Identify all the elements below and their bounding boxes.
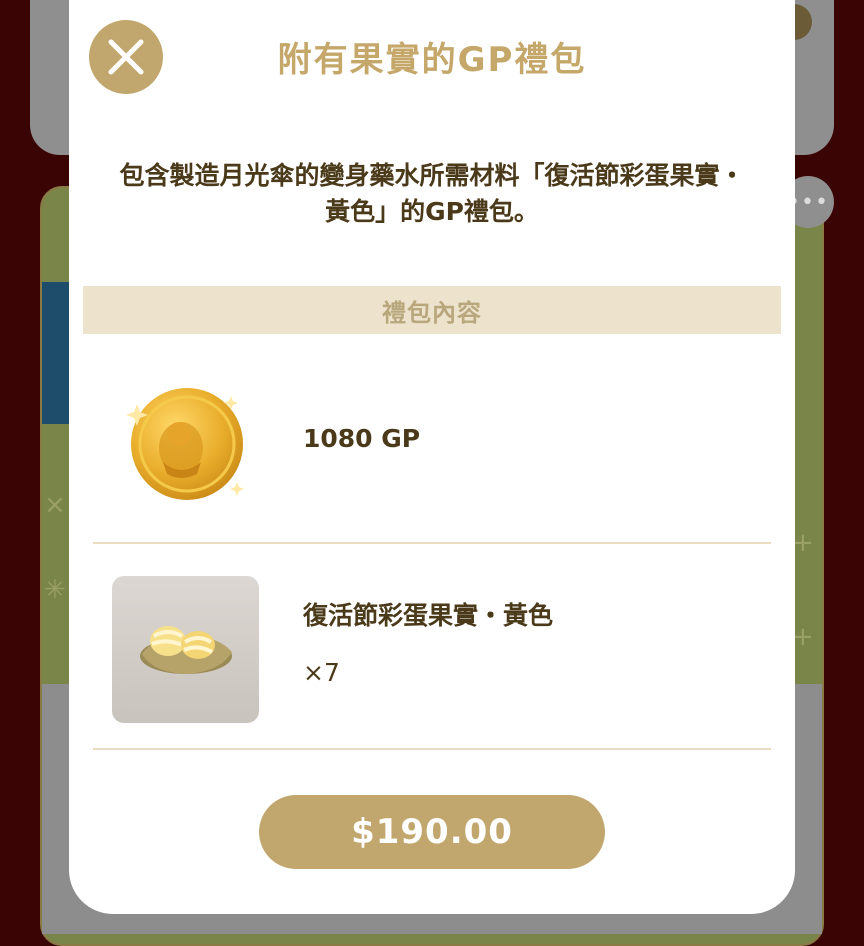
sparkle-icon: + xyxy=(792,622,814,652)
item-name: 1080 GP xyxy=(303,424,421,453)
gold-coin-icon xyxy=(126,388,244,500)
item-quantity: ×7 xyxy=(303,658,340,687)
section-header: 禮包內容 xyxy=(83,286,781,334)
sparkle-icon: + xyxy=(792,528,814,558)
purchase-button[interactable]: $190.00 xyxy=(259,795,605,869)
sparkle-icon: ✳ xyxy=(44,575,66,605)
yellow-easter-egg-fruit-icon xyxy=(140,626,232,674)
modal-title: 附有果實的GP禮包 xyxy=(277,40,587,80)
background-banner xyxy=(42,282,72,424)
price-label: $190.00 xyxy=(351,812,513,852)
item-tile xyxy=(112,576,259,723)
section-header-label: 禮包內容 xyxy=(382,298,482,327)
sparkle-icon: × xyxy=(44,490,66,520)
item-name: 復活節彩蛋果實・黃色 xyxy=(303,601,554,630)
modal-description: 包含製造月光傘的變身藥水所需材料「復活節彩蛋果實・黃色」的GP禮包。 xyxy=(119,161,745,226)
list-item: 1080 GP xyxy=(93,336,771,544)
gift-pack-modal: 附有果實的GP禮包 包含製造月光傘的變身藥水所需材料「復活節彩蛋果實・黃色」的G… xyxy=(69,0,795,914)
list-item: 復活節彩蛋果實・黃色 ×7 xyxy=(93,544,771,750)
